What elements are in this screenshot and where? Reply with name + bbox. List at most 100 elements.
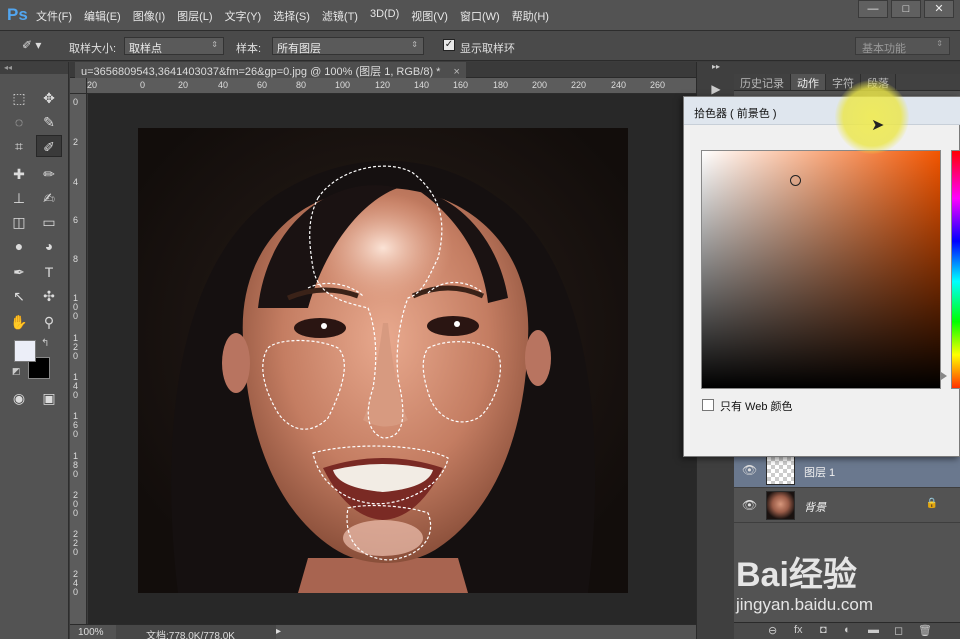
pen-icon[interactable]: ✒: [6, 261, 32, 283]
canvas-area[interactable]: [88, 94, 696, 624]
stamp-icon[interactable]: ⊥: [6, 187, 32, 209]
trash-icon[interactable]: 🗑: [918, 624, 932, 637]
menu-layer[interactable]: 图层(L): [177, 8, 212, 24]
document-tab-title: u=3656809543,3641403037&fm=26&gp=0.jpg @…: [81, 66, 441, 78]
group-icon[interactable]: ▬: [868, 624, 879, 636]
new-layer-icon[interactable]: ◻: [894, 624, 903, 637]
layer-name: 背景: [804, 502, 826, 514]
ruler-label: 80: [296, 80, 307, 90]
blur-icon[interactable]: ●: [6, 235, 32, 257]
watermark-url: jingyan.baidu.com: [736, 595, 874, 614]
default-colors-icon[interactable]: ◩: [12, 366, 21, 377]
eraser-icon[interactable]: ◫: [6, 211, 32, 233]
saturation-brightness-field[interactable]: [701, 150, 941, 389]
menu-view[interactable]: 视图(V): [411, 8, 448, 24]
layer-row-layer-1[interactable]: 👁 图层 1: [734, 454, 960, 488]
fx-icon[interactable]: fx: [794, 624, 803, 636]
ruler-label: 60: [257, 80, 268, 90]
panel-collapse-icon[interactable]: ▸▸: [707, 62, 725, 80]
hue-slider-marker[interactable]: [941, 372, 947, 380]
close-tab-icon[interactable]: ×: [454, 66, 460, 78]
menu-file[interactable]: 文件(F): [36, 8, 72, 24]
ruler-label: 140: [73, 372, 79, 400]
color-picker-titlebar[interactable]: 拾色器 ( 前景色 ): [684, 97, 960, 125]
layer-thumbnail: [766, 491, 795, 520]
eyedropper-tool-preset-icon[interactable]: ✐ ▾: [22, 38, 52, 54]
history-brush-icon[interactable]: ✍: [36, 187, 62, 209]
sample-size-select[interactable]: 取样点 ⇕: [124, 37, 224, 55]
visibility-eye-icon[interactable]: 👁: [742, 463, 757, 477]
layer-row-background[interactable]: 👁 背景 🔒: [734, 489, 960, 523]
menu-select[interactable]: 选择(S): [273, 8, 310, 24]
menu-type[interactable]: 文字(Y): [225, 8, 262, 24]
ruler-label: 240: [611, 80, 627, 90]
baidu-watermark: Bai经验 jingyan.baidu.com: [736, 533, 960, 623]
link-icon[interactable]: ⊖: [768, 624, 777, 637]
ruler-horizontal: 20 0 20 40 60 80 100 120 140 160 180 200…: [87, 78, 696, 94]
ruler-label: 220: [571, 80, 587, 90]
menu-window[interactable]: 窗口(W): [460, 8, 500, 24]
color-sample-marker[interactable]: [790, 175, 801, 186]
portrait-photo[interactable]: [138, 128, 628, 593]
path-select-icon[interactable]: ↖: [6, 285, 32, 307]
web-colors-only-checkbox[interactable]: [702, 399, 714, 411]
color-picker-title: 拾色器 ( 前景色 ): [694, 108, 777, 120]
dodge-icon[interactable]: ◕: [36, 235, 62, 257]
quick-mask-icon[interactable]: ◉: [6, 387, 32, 409]
foreground-color-swatch[interactable]: [14, 340, 36, 362]
menu-3d[interactable]: 3D(D): [370, 8, 399, 24]
sample-label: 样本:: [236, 43, 262, 55]
maximize-button[interactable]: □: [891, 0, 921, 18]
menu-image[interactable]: 图像(I): [133, 8, 165, 24]
document-info: 文档:778.0K/778.0K: [116, 625, 276, 639]
swap-colors-icon[interactable]: ↰: [41, 338, 49, 349]
panel-dock-header: [734, 62, 960, 74]
marquee-icon[interactable]: ⬚: [6, 87, 32, 109]
shape-icon[interactable]: ✣: [36, 285, 62, 307]
workspace-select[interactable]: 基本功能 ⇕: [855, 37, 950, 55]
quick-select-icon[interactable]: ✎: [36, 111, 62, 133]
mouse-cursor-icon: ➤: [871, 117, 885, 134]
minimize-button[interactable]: —: [858, 0, 888, 18]
ruler-label: 4: [73, 177, 79, 187]
menu-items: 文件(F) 编辑(E) 图像(I) 图层(L) 文字(Y) 选择(S) 滤镜(T…: [36, 8, 561, 24]
sample-select[interactable]: 所有图层 ⇕: [272, 37, 424, 55]
close-button[interactable]: ✕: [924, 0, 954, 18]
document-tab[interactable]: u=3656809543,3641403037&fm=26&gp=0.jpg @…: [75, 62, 466, 78]
menu-edit[interactable]: 编辑(E): [84, 8, 121, 24]
zoom-icon[interactable]: ⚲: [36, 311, 62, 333]
ruler-label: 100: [335, 80, 351, 90]
lasso-icon[interactable]: ◌: [6, 111, 32, 133]
layer-name: 图层 1: [804, 467, 836, 479]
ruler-label: 0: [73, 97, 79, 107]
ruler-label: 200: [73, 490, 79, 518]
type-icon[interactable]: T: [36, 261, 62, 283]
ruler-label: 200: [532, 80, 548, 90]
mask-icon[interactable]: ◘: [820, 624, 827, 636]
healing-icon[interactable]: ✚: [6, 163, 32, 185]
hand-icon[interactable]: ✋: [6, 311, 32, 333]
window-controls: — □ ✕: [855, 0, 954, 18]
gradient-icon[interactable]: ▭: [36, 211, 62, 233]
ruler-label: 160: [73, 411, 79, 439]
hue-slider[interactable]: [951, 150, 960, 389]
ruler-label: 180: [73, 451, 79, 479]
crop-icon[interactable]: ⌗: [6, 135, 32, 157]
zoom-level[interactable]: 100%: [78, 627, 104, 638]
show-ring-checkbox[interactable]: ✓: [443, 39, 455, 51]
status-menu-arrow-icon[interactable]: ▸: [276, 626, 281, 637]
options-bar: ✐ ▾ 取样大小: 取样点 ⇕ 样本: 所有图层 ⇕ ✓ 显示取样环 基本功能 …: [0, 31, 960, 61]
menu-help[interactable]: 帮助(H): [512, 8, 549, 24]
eyedropper-icon[interactable]: ✐: [36, 135, 62, 157]
move-icon[interactable]: ✥: [36, 87, 62, 109]
visibility-eye-icon[interactable]: 👁: [742, 498, 757, 512]
tab-history[interactable]: 历史记录: [734, 74, 791, 90]
menu-filter[interactable]: 滤镜(T): [322, 8, 358, 24]
brush-icon[interactable]: ✏: [36, 163, 62, 185]
portrait-image: [138, 128, 628, 593]
adjustment-icon[interactable]: ◐: [844, 624, 851, 636]
ruler-label: 220: [73, 529, 79, 557]
tab-actions[interactable]: 动作: [791, 74, 826, 90]
screen-mode-icon[interactable]: ▣: [36, 387, 62, 409]
toolbox-collapse-icon[interactable]: ◂◂: [0, 62, 68, 74]
